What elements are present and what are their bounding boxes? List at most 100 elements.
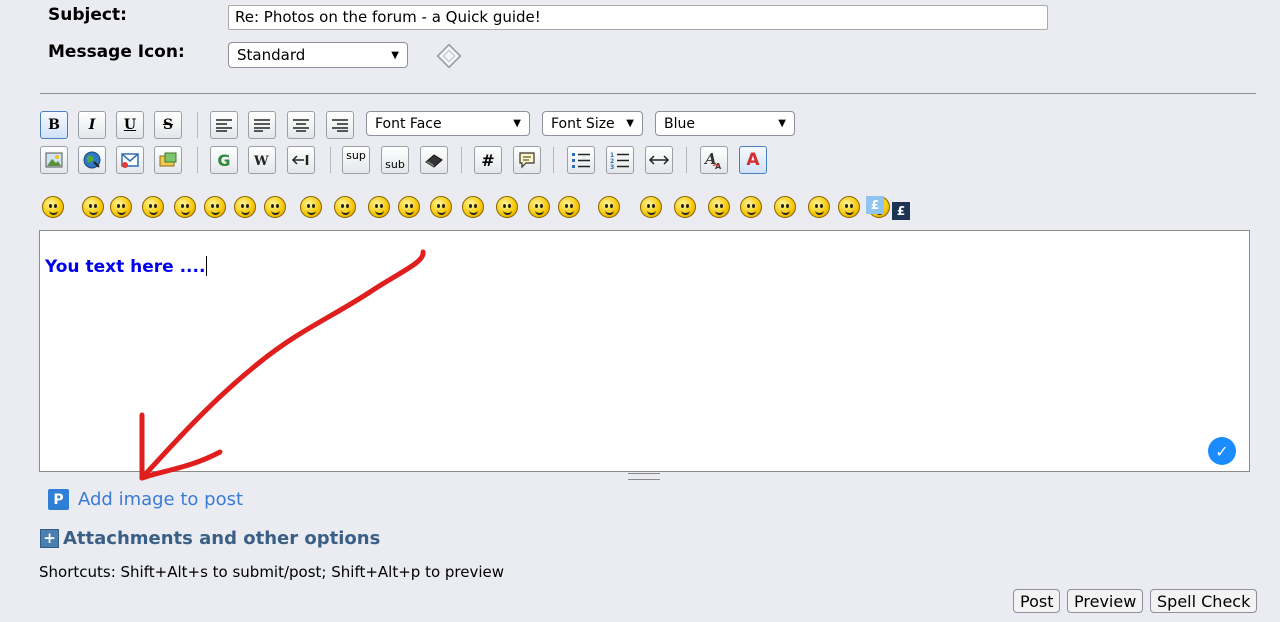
smiley-mouth [503,209,512,215]
double-arrow-icon [648,155,670,165]
smiley-icon[interactable] [142,196,164,218]
font-style-icon: AA [703,150,722,170]
smiley-icon[interactable] [838,196,860,218]
smiley-mouth [565,209,574,215]
smiley-icon[interactable] [598,196,620,218]
smiley-icon[interactable] [204,196,226,218]
insert-quote-button[interactable] [154,146,182,174]
insert-link-button[interactable] [78,146,106,174]
smiley-mouth [149,209,158,215]
attachments-link[interactable]: Attachments and other options [63,528,380,549]
grammar-check-icon[interactable]: ✓ [1208,437,1236,465]
eraser-icon [425,154,443,168]
smiley-mouth [647,209,656,215]
superscript-button[interactable]: sup [342,146,370,174]
message-icon-label: Message Icon: [48,42,185,62]
smiley-icon[interactable] [528,196,550,218]
wiki-icon: W [253,154,269,168]
chevron-down-icon: ▼ [391,49,399,61]
smiley-icon[interactable] [430,196,452,218]
smiley-icon[interactable] [674,196,696,218]
font-size-select[interactable]: Font Size ▼ [542,111,643,136]
smiley-icon[interactable] [300,196,322,218]
underline-button[interactable]: U [116,111,144,139]
align-left-button[interactable] [210,111,238,139]
align-right-icon [332,119,348,132]
numbered-list-button[interactable]: 123 [606,146,634,174]
pound-light-icon[interactable]: £ [866,196,884,214]
eraser-button[interactable] [420,146,448,174]
smiley-icon[interactable] [398,196,420,218]
align-right-button[interactable] [326,111,354,139]
smiley-mouth [747,209,756,215]
post-button[interactable]: Post [1013,589,1061,613]
strikethrough-button[interactable]: S [154,111,182,139]
smiley-icon[interactable] [708,196,730,218]
add-image-link[interactable]: Add image to post [78,489,243,510]
editor-resize-grip[interactable] [628,473,660,480]
smiley-mouth [271,209,280,215]
bold-button[interactable]: B [40,111,68,139]
globe-link-icon [83,151,101,169]
smiley-mouth [241,209,250,215]
smiley-icon[interactable] [234,196,256,218]
align-center-icon [293,119,309,132]
insert-email-button[interactable] [116,146,144,174]
shortcuts-hint: Shortcuts: Shift+Alt+s to submit/post; S… [39,563,505,581]
insert-image-button[interactable] [40,146,68,174]
email-icon [121,153,139,168]
smiley-icon[interactable] [640,196,662,218]
smiley-mouth [469,209,478,215]
smiley-mouth [211,209,220,215]
svg-text:3: 3 [610,164,614,169]
text-color-button[interactable]: A [739,146,767,174]
bulleted-list-icon [572,153,590,168]
font-face-select[interactable]: Font Face ▼ [366,111,530,136]
smiley-icon[interactable] [334,196,356,218]
chevron-down-icon: ▼ [513,118,521,129]
smiley-mouth [341,209,350,215]
italic-button[interactable]: I [78,111,106,139]
google-search-button[interactable]: G [210,146,238,174]
align-justify-button[interactable] [248,111,276,139]
message-icon-select[interactable]: Standard ▼ [228,42,408,68]
smiley-icon[interactable] [42,196,64,218]
postimage-icon: P [48,489,69,510]
folder-quote-icon [159,152,177,167]
smiley-icon[interactable] [368,196,390,218]
smiley-icon[interactable] [808,196,830,218]
expand-plus-icon[interactable]: + [40,529,59,548]
smiley-icon[interactable] [558,196,580,218]
pound-dark-icon[interactable]: £ [892,202,910,220]
smiley-mouth [715,209,724,215]
bulleted-list-button[interactable] [567,146,595,174]
preview-button[interactable]: Preview [1067,589,1144,613]
smiley-icon[interactable] [496,196,518,218]
smiley-icon[interactable] [110,196,132,218]
horizontal-rule-button[interactable] [645,146,673,174]
font-style-button[interactable]: AA [700,146,728,174]
message-editor[interactable]: You text here .... [39,230,1250,472]
align-center-button[interactable] [287,111,315,139]
smiley-mouth [375,209,384,215]
wiki-button[interactable]: W [248,146,276,174]
toolbar-separator [330,147,331,173]
smiley-icon[interactable] [82,196,104,218]
indent-button[interactable] [287,146,315,174]
code-button[interactable]: # [474,146,502,174]
smiley-icon[interactable] [462,196,484,218]
toolbar-separator [197,112,198,138]
smiley-icon[interactable] [740,196,762,218]
subject-label: Subject: [48,5,127,25]
subscript-button[interactable]: sub [381,146,409,174]
editor-content[interactable]: You text here .... [45,256,208,277]
smiley-icon[interactable] [264,196,286,218]
smiley-mouth [117,209,126,215]
subject-input[interactable]: Re: Photos on the forum - a Quick guide! [228,5,1048,30]
quote-bubble-button[interactable] [513,146,541,174]
smiley-icon[interactable] [774,196,796,218]
smiley-icon[interactable] [174,196,196,218]
smiley-mouth [681,209,690,215]
font-color-select[interactable]: Blue ▼ [655,111,795,136]
spell-check-button[interactable]: Spell Check [1150,589,1258,613]
